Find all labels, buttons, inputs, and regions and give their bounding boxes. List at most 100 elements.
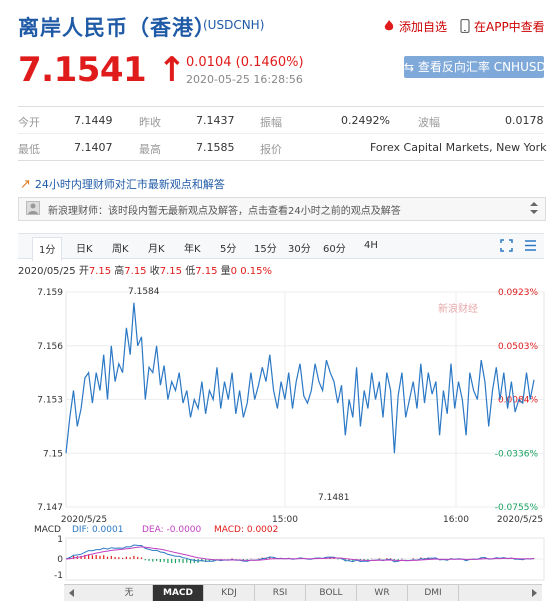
percent-axis-labels: 0.0923%0.0503%0.0084%-0.0336%-0.0755%: [495, 288, 539, 513]
stat-label: 最低: [18, 143, 40, 156]
percent-tick-label: -0.0336%: [495, 449, 539, 459]
add-watchlist-label: 添加自选: [399, 20, 448, 34]
current-price: 7.1541 ↑: [18, 50, 186, 90]
stat-value: 7.1407: [74, 141, 113, 154]
instrument-code: (USDCNH): [203, 18, 265, 32]
max-label: 7.1584: [128, 287, 160, 297]
stat-value: Forex Capital Markets, New York: [370, 141, 547, 154]
tab-60min[interactable]: 60分: [323, 240, 346, 255]
macd-value: MACD: 0.0002: [214, 525, 278, 535]
high-value: 7.15: [124, 266, 147, 277]
indicator-tab-kdj[interactable]: KDJ: [204, 585, 255, 601]
phone-icon: [460, 18, 470, 34]
menu-icon[interactable]: [524, 239, 537, 252]
close-value: 7.15: [159, 266, 182, 277]
x-tick-label: 16:00: [443, 515, 469, 525]
reverse-rate-button[interactable]: ⇆ 查看反向汇率 CNHUSD: [404, 56, 546, 78]
news-text: 新浪理财师：该时段内暂无最新观点及解答，点击查看24小时之前的观点及解答: [48, 206, 401, 217]
min-label: 7.1481: [318, 493, 350, 503]
percent-tick-label: 0.0503%: [498, 342, 538, 352]
y-tick-label: 7.156: [37, 342, 63, 352]
macd-dif: DIF: 0.0001: [72, 525, 123, 535]
macd-y-tick-label: 1: [57, 535, 63, 545]
tab-yearly[interactable]: 年K: [184, 240, 201, 255]
indicator-tab-wr[interactable]: WR: [357, 585, 408, 601]
period-tabs: 1分 日K 周K 月K 年K 5分 15分 30分 60分 4H: [18, 233, 544, 261]
tab-30min[interactable]: 30分: [288, 240, 311, 255]
tab-4h[interactable]: 4H: [364, 240, 378, 251]
watermark: 新浪财经: [438, 302, 478, 315]
reverse-rate-label: 查看反向汇率 CNHUSD: [417, 60, 546, 74]
x-tick-label: 15:00: [272, 515, 298, 525]
open-in-app-label: 在APP中查看: [474, 20, 545, 34]
chevron-icon: ↗: [20, 177, 31, 192]
y-tick-label: 7.15: [43, 449, 63, 459]
stats-row: 最低 7.1407 最高 7.1585 报价 Forex Capital Mar…: [18, 133, 547, 160]
low-label: 低: [185, 266, 196, 277]
up-arrow-icon: ↑: [157, 50, 187, 90]
indicator-tabs: 无 MACD KDJ RSI BOLL WR DMI: [64, 584, 542, 601]
tab-daily[interactable]: 日K: [76, 240, 93, 255]
indicator-tab-none[interactable]: 无: [106, 585, 153, 601]
right-arrow-icon[interactable]: [530, 589, 538, 597]
ohlc-readout: 2020/05/25 开7.15 高7.15 收7.15 低7.15 量0 0.…: [18, 262, 272, 277]
news-header-label: 24小时内理财师对汇市最新观点和解答: [34, 178, 225, 191]
dea-line: [65, 546, 534, 562]
percent-tick-label: 0.0923%: [498, 288, 538, 298]
stat-label: 今开: [18, 116, 40, 129]
price-series-line: [65, 302, 535, 454]
indicator-tab-macd[interactable]: MACD: [153, 585, 204, 601]
macd-dea: DEA: -0.0000: [142, 525, 202, 535]
stat-value: 0.0178: [505, 114, 544, 127]
quote-timestamp: 2020-05-25 16:28:56: [186, 73, 303, 86]
tab-1min[interactable]: 1分: [32, 237, 63, 261]
stat-label: 昨收: [139, 116, 161, 129]
y-tick-label: 7.153: [37, 396, 63, 406]
percent-tick-label: -0.0755%: [495, 503, 539, 513]
tab-5min[interactable]: 5分: [220, 240, 236, 255]
ohlc-date: 2020/05/25: [18, 266, 76, 277]
tab-monthly[interactable]: 月K: [148, 240, 165, 255]
stat-value: 7.1437: [196, 114, 235, 127]
stat-label: 振幅: [260, 116, 282, 129]
news-header-link[interactable]: ↗ 24小时内理财师对汇市最新观点和解答: [20, 176, 225, 192]
open-in-app-button[interactable]: 在APP中查看: [460, 18, 545, 35]
percent-value: 0.15%: [240, 266, 272, 277]
y-tick-label: 7.159: [37, 288, 63, 298]
stat-label: 波幅: [418, 116, 440, 129]
low-value: 7.15: [195, 266, 218, 277]
x-tick-label: 2020/5/25: [61, 515, 107, 525]
indicator-tab-dmi[interactable]: DMI: [408, 585, 459, 601]
stat-value: 7.1449: [74, 114, 113, 127]
stats-table: 今开 7.1449 昨收 7.1437 振幅 0.2492% 波幅 0.0178…: [18, 106, 547, 161]
x-axis-labels: 2020/5/25 15:00 16:00 2020/5/25: [61, 515, 543, 525]
tab-15min[interactable]: 15分: [254, 240, 277, 255]
open-label: 开: [78, 266, 89, 277]
swap-icon: ⇆: [404, 60, 415, 74]
fire-icon: [384, 20, 394, 31]
stat-value: 0.2492%: [341, 114, 390, 127]
indicator-tab-boll[interactable]: BOLL: [306, 585, 357, 601]
add-watchlist-button[interactable]: 添加自选: [382, 18, 447, 35]
left-arrow-icon[interactable]: [68, 589, 76, 597]
indicator-tab-rsi[interactable]: RSI: [255, 585, 306, 601]
volume-label: 量: [220, 266, 231, 277]
fullscreen-icon[interactable]: [500, 239, 513, 252]
x-tick-label: 2020/5/25: [497, 515, 543, 525]
macd-y-axis-labels: 1 0 -1: [54, 535, 63, 581]
chart-grid: [65, 291, 545, 581]
y-tick-label: 7.147: [37, 503, 63, 513]
stat-label: 报价: [260, 143, 282, 156]
close-label: 收: [149, 266, 160, 277]
avatar-icon: [26, 201, 40, 215]
macd-y-tick-label: -1: [54, 571, 63, 581]
instrument-name: 离岸人民币（香港）: [18, 16, 216, 40]
tab-weekly[interactable]: 周K: [112, 240, 129, 255]
macd-title: MACD: [34, 525, 61, 535]
price-chart[interactable]: 新浪财经 7.159 7.156 7.153 7.15 7.147 0.0923% 0.0…: [0, 280, 550, 585]
scroll-arrows-icon[interactable]: [528, 201, 540, 215]
stat-label: 最高: [139, 143, 161, 156]
price-change: 0.0104 (0.1460%): [186, 55, 304, 70]
stat-value: 7.1585: [196, 141, 235, 154]
volume-value: 0: [230, 266, 238, 277]
